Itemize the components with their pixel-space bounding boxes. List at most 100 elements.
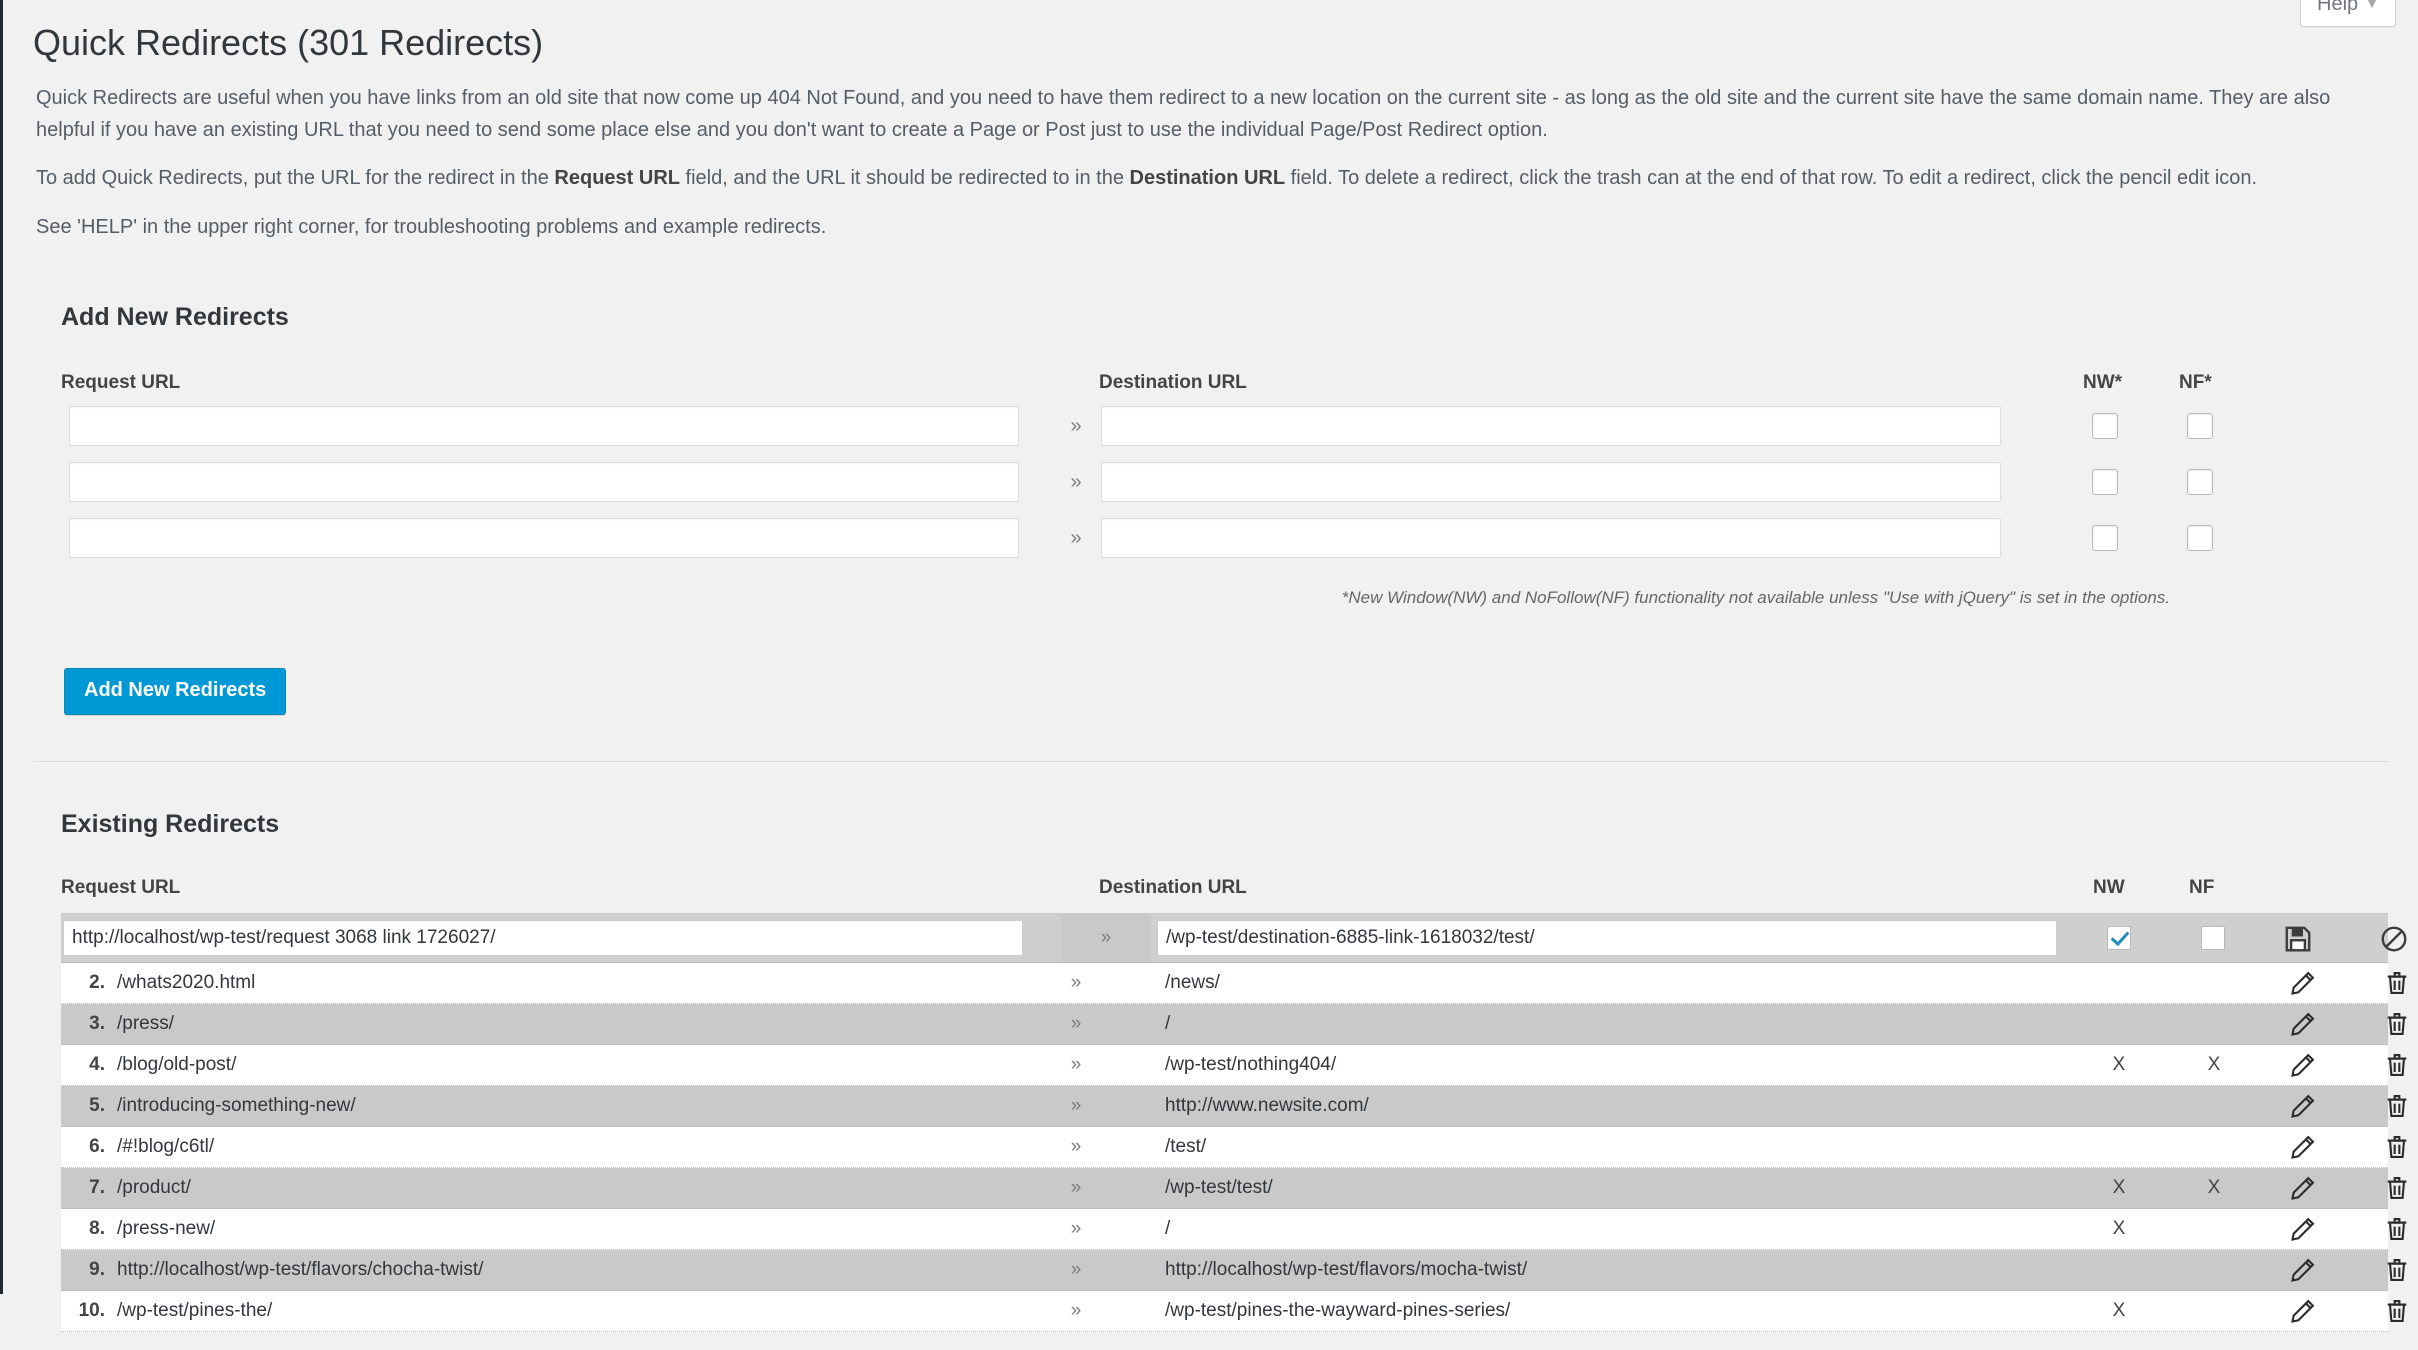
add-new-row-3: »: [61, 517, 2388, 574]
row-destination-url: /news/: [1165, 972, 1220, 994]
new-request-url-input-1[interactable]: [69, 405, 1019, 446]
row-destination-url: /: [1165, 1218, 1171, 1240]
table-row: 9. http://localhost/wp-test/flavors/choc…: [61, 1250, 2407, 1292]
column-header-destination-url: Destination URL: [1099, 371, 1247, 393]
row-new-window-flag: X: [2112, 1054, 2126, 1076]
pencil-icon[interactable]: [2289, 1297, 2323, 1327]
row-arrow-separator: »: [1070, 1136, 1082, 1158]
nofollow-checkbox-3[interactable]: [2187, 524, 2213, 551]
table-row-editing: »: [61, 914, 2407, 964]
row-number: 3.: [89, 1013, 105, 1035]
edit-nofollow-checkbox[interactable]: [2201, 926, 2225, 951]
row-arrow-separator: »: [1070, 526, 1082, 549]
table-bottom-spacer: [61, 1332, 2388, 1350]
new-request-url-input-3[interactable]: [69, 517, 1019, 558]
table-row: 2. /whats2020.html » /news/: [61, 963, 2407, 1005]
section-divider: [33, 760, 2388, 762]
trash-icon[interactable]: [2383, 1010, 2417, 1040]
row-request-url: /#!blog/c6tl/: [117, 1136, 215, 1158]
row-arrow-separator: »: [1070, 972, 1082, 994]
row-new-window-flag: X: [2112, 1300, 2126, 1322]
row-request-url: /blog/old-post/: [117, 1054, 237, 1076]
pencil-icon[interactable]: [2289, 1092, 2323, 1122]
nofollow-checkbox-2[interactable]: [2187, 468, 2213, 495]
row-request-url: /introducing-something-new/: [117, 1095, 356, 1117]
cancel-circle-icon[interactable]: [2379, 924, 2413, 954]
row-request-url: /wp-test/pines-the/: [117, 1300, 273, 1322]
nofollow-checkbox-1[interactable]: [2187, 412, 2213, 439]
table-row: 10. /wp-test/pines-the/ » /wp-test/pines…: [61, 1291, 2407, 1333]
column-header-destination-url: Destination URL: [1099, 877, 1247, 899]
trash-icon[interactable]: [2383, 1256, 2417, 1286]
row-arrow-separator: »: [1070, 470, 1082, 493]
trash-icon[interactable]: [2383, 1133, 2417, 1163]
pencil-icon[interactable]: [2289, 1174, 2323, 1204]
column-header-request-url: Request URL: [61, 877, 181, 899]
trash-icon[interactable]: [2383, 1092, 2417, 1122]
row-request-url: http://localhost/wp-test/flavors/chocha-…: [117, 1259, 484, 1281]
row-destination-url: http://www.newsite.com/: [1165, 1095, 1369, 1117]
help-tab-container: Help ▼: [2300, 0, 2396, 27]
edit-new-window-checkbox[interactable]: [2107, 926, 2131, 951]
new-destination-url-input-3[interactable]: [1101, 517, 2001, 558]
new-window-checkbox-1[interactable]: [2092, 412, 2118, 439]
trash-icon[interactable]: [2383, 1297, 2417, 1327]
pencil-icon[interactable]: [2289, 1215, 2323, 1245]
row-arrow-separator: »: [1070, 1218, 1082, 1240]
intro-p2-part-a: To add Quick Redirects, put the URL for …: [36, 167, 555, 190]
row-destination-url: /wp-test/test/: [1165, 1177, 1273, 1199]
add-new-redirects-title: Add New Redirects: [61, 303, 289, 332]
intro-paragraph-1: Quick Redirects are useful when you have…: [36, 87, 2331, 141]
intro-p2-part-c: field, and the URL it should be redirect…: [679, 167, 1130, 190]
column-header-nofollow: NF*: [2179, 371, 2212, 393]
column-header-new-window: NW: [2093, 877, 2125, 899]
trash-icon[interactable]: [2383, 1215, 2417, 1245]
column-header-new-window: NW*: [2083, 371, 2123, 393]
chevron-down-icon: ▼: [2365, 0, 2379, 11]
row-number: 9.: [89, 1259, 105, 1281]
pencil-icon[interactable]: [2289, 1051, 2323, 1081]
intro-paragraph-2: To add Quick Redirects, put the URL for …: [3, 163, 2416, 195]
add-new-row-1: »: [61, 405, 2388, 462]
pencil-icon[interactable]: [2289, 1010, 2323, 1040]
existing-column-headers: Request URL Destination URL NW NF: [61, 877, 2388, 913]
new-request-url-input-2[interactable]: [69, 461, 1019, 502]
help-button[interactable]: Help ▼: [2300, 0, 2396, 27]
row-arrow-separator: »: [1070, 1095, 1082, 1117]
row-arrow-separator: »: [1061, 914, 1151, 963]
table-row: 3. /press/ » /: [61, 1004, 2407, 1046]
row-arrow-separator: »: [1070, 1013, 1082, 1035]
add-new-row-2: »: [61, 461, 2388, 518]
row-new-window-flag: X: [2112, 1218, 2126, 1240]
trash-icon[interactable]: [2383, 969, 2417, 999]
row-number: 10.: [78, 1300, 105, 1322]
add-new-redirects-button[interactable]: Add New Redirects: [64, 667, 287, 715]
row-number: 7.: [89, 1177, 105, 1199]
row-arrow-separator: »: [1070, 1300, 1082, 1322]
intro-p2-bold-request: Request URL: [554, 167, 680, 190]
pencil-icon[interactable]: [2289, 969, 2323, 999]
pencil-icon[interactable]: [2289, 1133, 2323, 1163]
pencil-icon[interactable]: [2289, 1256, 2323, 1286]
new-destination-url-input-2[interactable]: [1101, 461, 2001, 502]
intro-p2-bold-destination: Destination URL: [1129, 167, 1286, 190]
row-nofollow-flag: X: [2207, 1177, 2221, 1199]
edit-request-url-input[interactable]: [63, 920, 1023, 957]
edit-destination-url-input[interactable]: [1157, 920, 2057, 957]
table-row: 7. /product/ » /wp-test/test/ X X: [61, 1168, 2407, 1210]
table-row: 6. /#!blog/c6tl/ » /test/: [61, 1127, 2407, 1169]
row-number: 5.: [89, 1095, 105, 1117]
table-row: 5. /introducing-something-new/ » http://…: [61, 1086, 2407, 1128]
row-destination-url: http://localhost/wp-test/flavors/mocha-t…: [1165, 1259, 1528, 1281]
nw-nf-footnote: *New Window(NW) and NoFollow(NF) functio…: [1341, 587, 2170, 607]
row-arrow-separator: »: [1070, 1054, 1082, 1076]
trash-icon[interactable]: [2383, 1051, 2417, 1081]
new-window-checkbox-3[interactable]: [2092, 524, 2118, 551]
existing-redirects-title: Existing Redirects: [61, 809, 280, 838]
row-request-url: /whats2020.html: [117, 972, 256, 994]
new-window-checkbox-2[interactable]: [2092, 468, 2118, 495]
trash-icon[interactable]: [2383, 1174, 2417, 1204]
new-destination-url-input-1[interactable]: [1101, 405, 2001, 446]
floppy-save-icon[interactable]: [2283, 924, 2317, 954]
row-destination-url: /wp-test/pines-the-wayward-pines-series/: [1165, 1300, 1511, 1322]
